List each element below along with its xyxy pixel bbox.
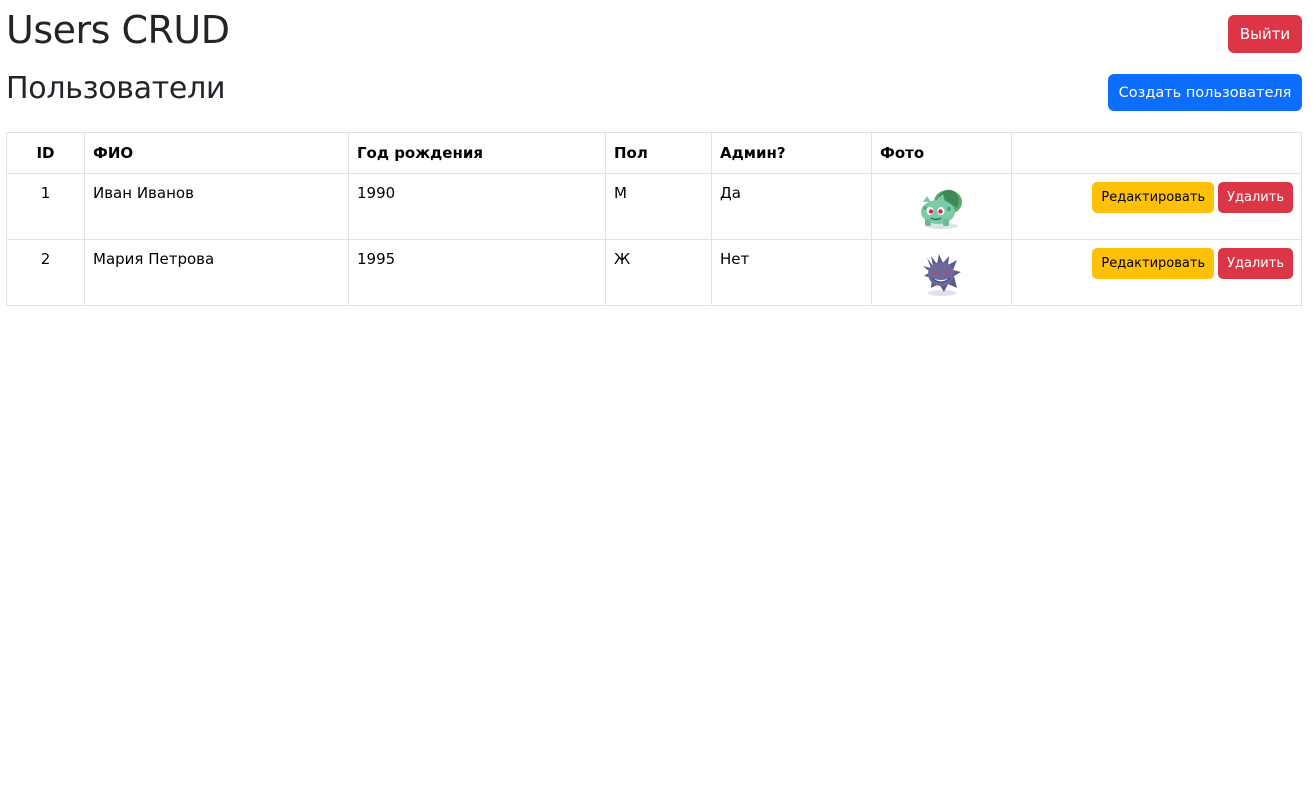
cell-fio: Иван Иванов	[84, 173, 349, 240]
cell-admin: Нет	[711, 239, 872, 306]
section-title: Пользователи	[6, 71, 226, 106]
column-header-admin: Админ?	[711, 132, 872, 174]
cell-id: 2	[6, 239, 85, 306]
table-row: 2 Мария Петрова 1995 Ж Нет Редактировать…	[6, 239, 1302, 306]
table-header: ID ФИО Год рождения Пол Админ? Фото	[6, 132, 1302, 174]
cell-id: 1	[6, 173, 85, 240]
cell-sex: М	[605, 173, 712, 240]
header-row: ID ФИО Год рождения Пол Админ? Фото	[6, 132, 1302, 174]
cell-birth-year: 1990	[348, 173, 606, 240]
table-row: 1 Иван Иванов 1990 М Да Редактировать Уд…	[6, 173, 1302, 240]
column-header-actions	[1011, 132, 1302, 174]
cell-actions: Редактировать Удалить	[1011, 239, 1302, 306]
table-body: 1 Иван Иванов 1990 М Да Редактировать Уд…	[6, 173, 1302, 306]
gengar-avatar-icon	[917, 248, 967, 298]
cell-sex: Ж	[605, 239, 712, 306]
edit-button[interactable]: Редактировать	[1092, 248, 1215, 279]
delete-button[interactable]: Удалить	[1218, 182, 1293, 213]
app-title: Users CRUD	[6, 8, 230, 52]
column-header-fio: ФИО	[84, 132, 349, 174]
cell-photo	[871, 239, 1012, 306]
column-header-sex: Пол	[605, 132, 712, 174]
column-header-photo: Фото	[871, 132, 1012, 174]
cell-admin: Да	[711, 173, 872, 240]
cell-actions: Редактировать Удалить	[1011, 173, 1302, 240]
cell-fio: Мария Петрова	[84, 239, 349, 306]
logout-button[interactable]: Выйти	[1228, 15, 1302, 53]
column-header-birth-year: Год рождения	[348, 132, 606, 174]
cell-birth-year: 1995	[348, 239, 606, 306]
edit-button[interactable]: Редактировать	[1092, 182, 1215, 213]
users-table: ID ФИО Год рождения Пол Админ? Фото 1 Ив…	[6, 132, 1302, 306]
create-user-button[interactable]: Создать пользователя	[1108, 74, 1302, 111]
cell-photo	[871, 173, 1012, 240]
page: Users CRUD Выйти Пользователи Создать по…	[0, 0, 1313, 797]
delete-button[interactable]: Удалить	[1218, 248, 1293, 279]
bulbasaur-avatar-icon	[917, 182, 967, 232]
column-header-id: ID	[6, 132, 85, 174]
